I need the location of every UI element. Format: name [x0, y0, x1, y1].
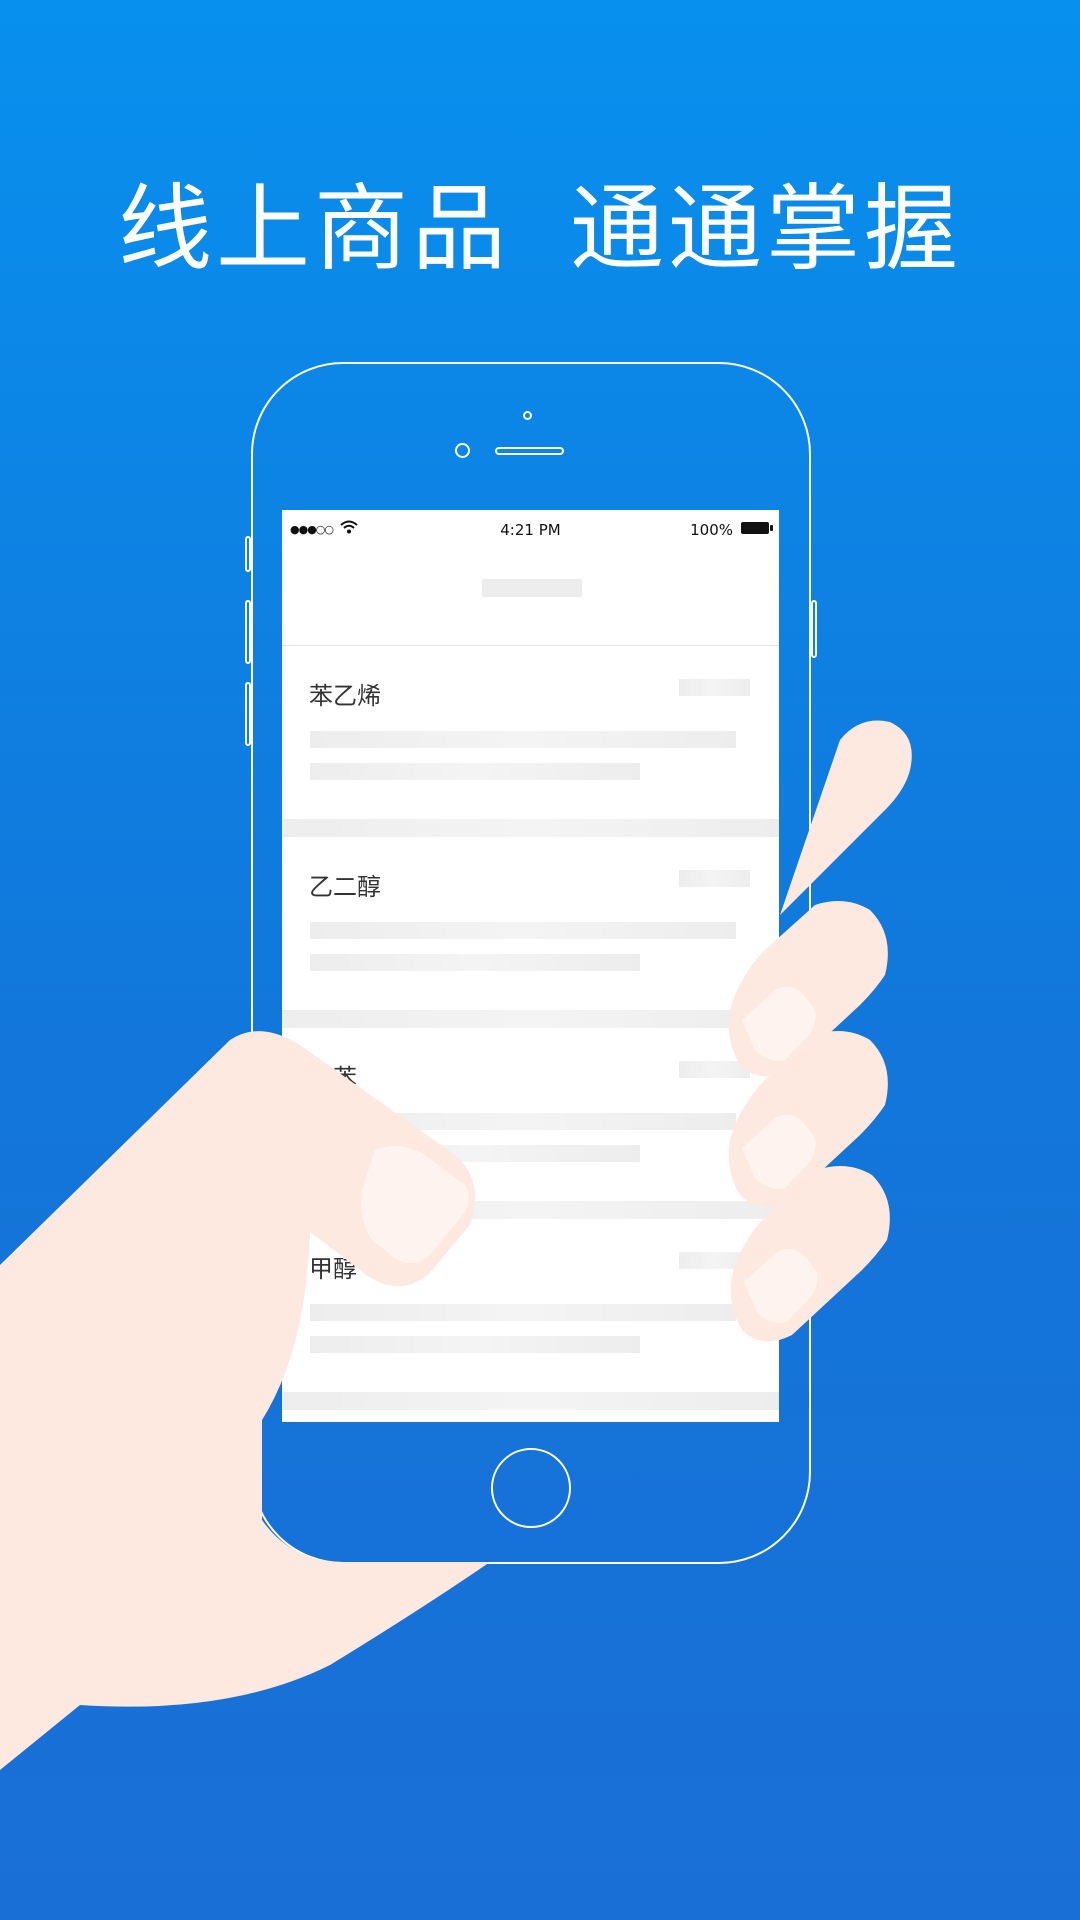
placeholder-line [310, 1304, 736, 1321]
nav-title-placeholder [482, 579, 582, 597]
battery-percent: 100% [690, 521, 733, 539]
placeholder-price [679, 1252, 750, 1269]
item-name: 甲苯 [309, 1064, 357, 1092]
placeholder-line [310, 1145, 640, 1162]
power-button [811, 600, 817, 658]
list-separator [282, 1392, 779, 1410]
item-name: 甲醇 [309, 1255, 357, 1283]
placeholder-price [679, 870, 750, 887]
item-name: 苯乙烯 [309, 682, 381, 710]
front-camera [455, 443, 470, 458]
phone-screen: ●●●○○ 4:21 PM 100% 苯乙烯 乙二醇 甲苯 甲醇 [282, 510, 779, 1422]
placeholder-line [310, 922, 736, 939]
list-item[interactable]: 甲苯 [282, 1028, 779, 1201]
earpiece-speaker [495, 447, 564, 455]
placeholder-line [310, 731, 736, 748]
list-item[interactable]: 苯乙烯 [282, 646, 779, 819]
placeholder-line [310, 1113, 736, 1130]
headline-part1: 线上商品 [117, 175, 510, 284]
mute-switch [245, 536, 251, 572]
list-separator [282, 1010, 779, 1028]
status-bar: ●●●○○ 4:21 PM 100% [282, 510, 779, 550]
volume-down-button [245, 682, 251, 746]
placeholder-line [310, 763, 640, 780]
placeholder-line [310, 1336, 640, 1353]
placeholder-price [679, 679, 750, 696]
item-name: 乙二醇 [309, 873, 381, 901]
placeholder-price [679, 1061, 750, 1078]
list-item[interactable]: 乙二醇 [282, 837, 779, 1010]
list-separator [282, 1201, 779, 1219]
headline: 线上商品 通通掌握 [0, 170, 1080, 290]
placeholder-line [310, 954, 640, 971]
list-separator [282, 819, 779, 837]
nav-bar [282, 550, 779, 646]
camera-dot [523, 411, 532, 420]
battery-icon [741, 522, 773, 534]
list-item[interactable]: 甲醇 [282, 1219, 779, 1392]
volume-up-button [245, 600, 251, 664]
home-button[interactable] [491, 1448, 571, 1528]
headline-part2: 通通掌握 [570, 175, 963, 284]
